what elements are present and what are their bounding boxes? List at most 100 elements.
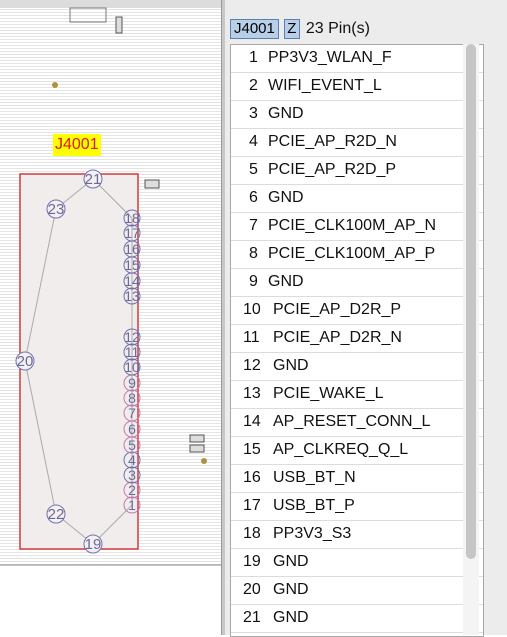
pin-number: 16 xyxy=(243,469,261,486)
pin-number: 4 xyxy=(249,133,258,150)
pin-number: 9 xyxy=(249,273,258,290)
pad-label: 10 xyxy=(124,359,140,375)
pin-net-name: PCIE_AP_D2R_N xyxy=(273,329,402,346)
pad-label: 11 xyxy=(125,344,140,360)
pin-net-name: GND xyxy=(273,581,309,598)
component-outline[interactable] xyxy=(19,173,139,550)
pin-row[interactable]: 13 PCIE_WAKE_L xyxy=(231,381,483,409)
pin-number: 15 xyxy=(243,441,261,458)
pin-number: 5 xyxy=(249,161,258,178)
pin-row[interactable]: 10 PCIE_AP_D2R_P xyxy=(231,297,483,325)
pin-count-label: 23 Pin(s) xyxy=(305,20,370,37)
pad-label: 20 xyxy=(17,353,34,370)
component-small-mid xyxy=(144,179,160,189)
pin-number: 12 xyxy=(243,357,261,374)
pin-row[interactable]: 20 GND xyxy=(231,577,483,605)
pin-number: 14 xyxy=(243,413,261,430)
pin-net-name: PP3V3_S3 xyxy=(273,525,352,542)
pad-label: 8 xyxy=(128,390,136,406)
component-ref-tag[interactable]: J4001 xyxy=(230,19,279,39)
pad-label: 15 xyxy=(124,257,140,273)
pin-net-name: WIFI_EVENT_L xyxy=(268,77,382,94)
pin-net-name: PCIE_AP_R2D_N xyxy=(268,133,397,150)
pin-number: 6 xyxy=(249,189,258,206)
pin-net-name: GND xyxy=(268,105,304,122)
via-dot xyxy=(201,458,207,464)
pin-row[interactable]: 6 GND xyxy=(231,185,483,213)
pin-net-name: PCIE_CLK100M_AP_N xyxy=(268,217,437,234)
pin-net-name: USB_BT_N xyxy=(273,469,356,486)
pad-label: 9 xyxy=(128,375,136,391)
pin-number: 18 xyxy=(243,525,261,542)
pin-net-name: PCIE_AP_R2D_P xyxy=(268,161,397,178)
pin-net-name: GND xyxy=(273,609,309,626)
pin-net-name: PCIE_AP_D2R_P xyxy=(273,301,402,318)
pad-label: 1 xyxy=(128,497,136,513)
pin-net-name: GND xyxy=(268,189,304,206)
pin-number: 19 xyxy=(243,553,261,570)
pin-number: 13 xyxy=(243,385,261,402)
pin-row[interactable]: 19 GND xyxy=(231,549,483,577)
pin-number: 17 xyxy=(243,497,261,514)
pin-number: 3 xyxy=(249,105,258,122)
pin-row[interactable]: 4 PCIE_AP_R2D_N xyxy=(231,129,483,157)
pin-row[interactable]: 12 GND xyxy=(231,353,483,381)
pad-label: 7 xyxy=(128,405,136,421)
pin-net-name: PP3V3_WLAN_F xyxy=(268,49,392,66)
board-canvas[interactable]: 1234567891011121314151617181920212223 xyxy=(0,0,221,635)
pin-row[interactable]: 21 GND xyxy=(231,605,483,633)
pin-row[interactable]: 5 PCIE_AP_R2D_P xyxy=(231,157,483,185)
pin-number: 11 xyxy=(243,329,260,346)
pin-net-name: GND xyxy=(273,357,309,374)
pin-number: 2 xyxy=(249,77,258,94)
z-button[interactable]: Z xyxy=(283,19,300,39)
pin-row[interactable]: 16 USB_BT_N xyxy=(231,465,483,493)
pad-label: 5 xyxy=(128,437,136,453)
pin-list[interactable]: 1 PP3V3_WLAN_F 2 WIFI_EVENT_L 3 GND 4 PCIE_AP_R… xyxy=(230,44,484,637)
pin-net-name: USB_BT_P xyxy=(273,497,355,514)
pin-number: 20 xyxy=(243,581,261,598)
pin-number: 10 xyxy=(243,301,261,318)
pin-number: 21 xyxy=(243,609,261,626)
component-small-side xyxy=(189,434,205,443)
pin-row[interactable]: 2 WIFI_EVENT_L xyxy=(231,73,483,101)
pad-label: 22 xyxy=(48,506,65,523)
pad-label: 6 xyxy=(128,421,136,437)
pad-label: 3 xyxy=(128,467,136,483)
pin-net-name: AP_CLKREQ_Q_L xyxy=(273,441,409,458)
component-label[interactable]: J4001 xyxy=(53,134,101,156)
pin-row[interactable]: 9 GND xyxy=(231,269,483,297)
pin-row[interactable]: 11 PCIE_AP_D2R_N xyxy=(231,325,483,353)
pad-label: 21 xyxy=(85,171,102,188)
component-small-side xyxy=(189,444,205,453)
pin-net-name: GND xyxy=(273,553,309,570)
pin-number: 8 xyxy=(249,245,258,262)
pin-row[interactable]: 8 PCIE_CLK100M_AP_P xyxy=(231,241,483,269)
pad-label: 23 xyxy=(48,201,65,218)
pin-row[interactable]: 14 AP_RESET_CONN_L xyxy=(231,409,483,437)
pad-label: 14 xyxy=(124,273,140,289)
pin-row[interactable]: 3 GND xyxy=(231,101,483,129)
pin-row[interactable]: 18 PP3V3_S3 xyxy=(231,521,483,549)
pin-net-name: PCIE_CLK100M_AP_P xyxy=(268,245,436,262)
pin-number: 1 xyxy=(249,49,258,66)
pin-row[interactable]: 17 USB_BT_P xyxy=(231,493,483,521)
pin-panel-header: J4001 Z 23 Pin(s) xyxy=(230,18,370,40)
via-dot xyxy=(52,82,58,88)
pad-label: 16 xyxy=(124,241,140,257)
pad-label: 2 xyxy=(128,482,136,498)
pad-label: 12 xyxy=(124,329,140,345)
board-view[interactable]: 1 2 3 4 5 6 7 8 9 10 11 12 13 14 15 16 17 18 19 20 21 22 23 J4… xyxy=(0,0,221,635)
pin-list-scrollbar[interactable] xyxy=(466,44,476,559)
pin-net-name: PCIE_WAKE_L xyxy=(273,385,384,402)
pad-label: 19 xyxy=(85,536,102,553)
pin-row[interactable]: 1 PP3V3_WLAN_F xyxy=(231,45,483,73)
pad-label: 18 xyxy=(124,210,140,226)
component-small-right xyxy=(115,16,123,34)
pad-label: 4 xyxy=(128,452,136,468)
pin-row[interactable]: 15 AP_CLKREQ_Q_L xyxy=(231,437,483,465)
pin-row[interactable]: 7 PCIE_CLK100M_AP_N xyxy=(231,213,483,241)
pad-label: 17 xyxy=(124,225,140,241)
pad-label: 13 xyxy=(124,288,140,304)
pin-number: 7 xyxy=(249,217,258,234)
